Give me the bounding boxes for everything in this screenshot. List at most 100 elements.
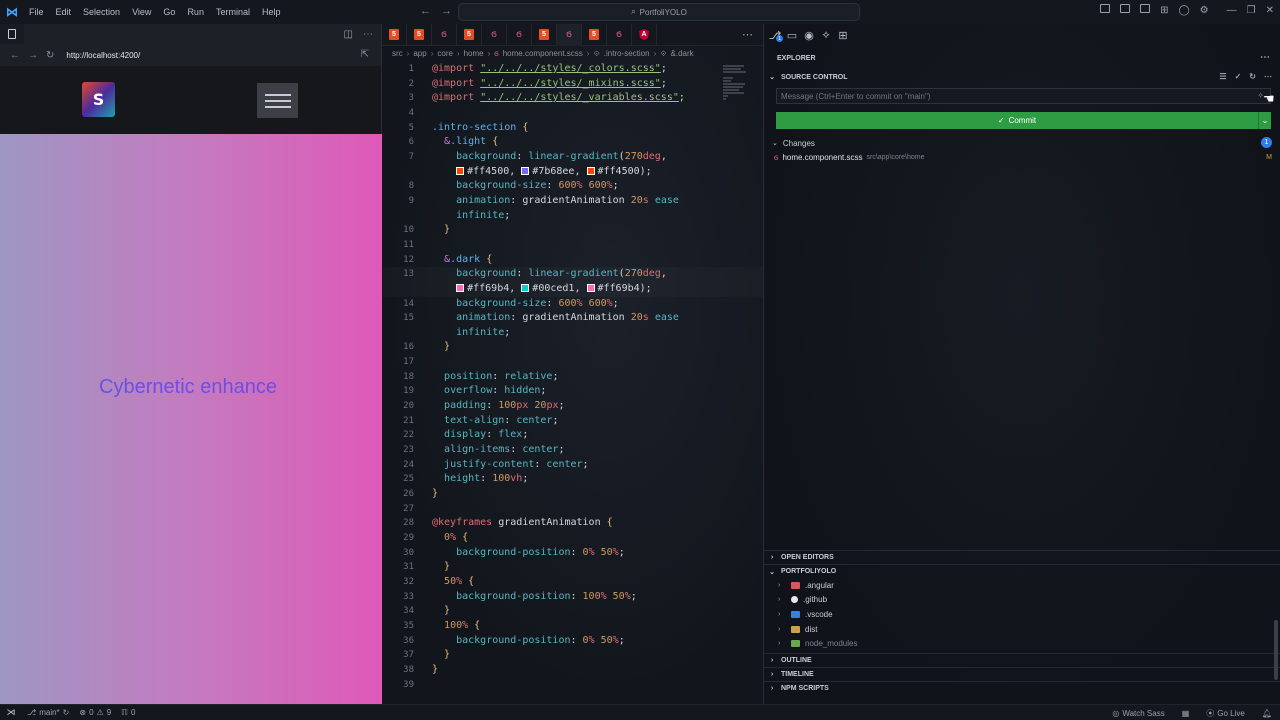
code-line[interactable]: 33 background-position: 100% 50%;	[382, 590, 763, 605]
code-line[interactable]: 6 &.light {	[382, 135, 763, 150]
ports-indicator[interactable]: ℿ 0	[116, 708, 140, 717]
layout-icon[interactable]: ⊞	[1160, 5, 1168, 16]
code-line[interactable]: 13 background: linear-gradient(270deg,	[382, 267, 763, 282]
project-header[interactable]: ⌄ PORTFOLIYOLO	[764, 564, 1280, 578]
commit-button[interactable]: ✓ Commit	[776, 112, 1258, 129]
code-line[interactable]: 36 background-position: 0% 50%;	[382, 634, 763, 649]
browser-back-icon[interactable]: ←	[10, 50, 20, 61]
tab-scss-4[interactable]: ϭ	[607, 23, 632, 46]
code-line[interactable]: 30 background-position: 0% 50%;	[382, 546, 763, 561]
breadcrumb-item[interactable]: core	[437, 49, 453, 58]
breadcrumb-item[interactable]: &.dark	[671, 49, 694, 58]
code-area[interactable]: 1 @import "../../../styles/_colors.scss";…	[382, 62, 763, 692]
tree-item-angular[interactable]: › .angular	[764, 578, 1280, 593]
extensions-icon[interactable]: ⟡	[821, 29, 831, 41]
code-line[interactable]: 37 }	[382, 648, 763, 663]
toggle-sidebar-icon[interactable]	[1120, 4, 1131, 16]
remote-icon[interactable]: ◉	[804, 30, 814, 42]
code-line[interactable]: 12 &.dark {	[382, 253, 763, 268]
layout-icon[interactable]: ▦	[1182, 709, 1190, 718]
tree-item-dist[interactable]: › dist	[764, 622, 1280, 637]
check-icon[interactable]: ✓	[1235, 72, 1242, 81]
browser-url[interactable]: http://localhost:4200/	[66, 51, 140, 60]
changes-group[interactable]: ⌄ Changes 1	[772, 136, 1272, 150]
code-line[interactable]: 3 @import "../../../styles/_variables.scs…	[382, 91, 763, 106]
outline-header[interactable]: › OUTLINE	[764, 652, 1280, 667]
code-line[interactable]: 1 @import "../../../styles/_colors.scss";	[382, 62, 763, 77]
tree-item-node-modules[interactable]: › node_modules	[764, 636, 1280, 651]
code-line[interactable]: 25 height: 100vh;	[382, 472, 763, 487]
chat-icon[interactable]: ▭	[787, 30, 797, 42]
remote-indicator-icon[interactable]: ⋊	[0, 705, 22, 720]
code-line[interactable]: 32 50% {	[382, 575, 763, 590]
tab-html-4[interactable]: 5	[532, 23, 557, 46]
code-line[interactable]: 15 animation: gradientAnimation 20s ease	[382, 311, 763, 326]
commit-dropdown-icon[interactable]: ⌄	[1258, 112, 1271, 129]
code-line[interactable]: 7 background: linear-gradient(270deg,	[382, 150, 763, 165]
changed-file-row[interactable]: ϭ home.component.scss src\app\core\home …	[774, 150, 1272, 164]
more-actions-icon[interactable]: ⋯	[363, 29, 373, 40]
breadcrumb-item[interactable]: home.component.scss	[503, 49, 583, 58]
tree-item-vscode[interactable]: › .vscode	[764, 607, 1280, 622]
command-center-search[interactable]: ⌕ PortfoliYOLO	[458, 3, 860, 21]
tab-html-3[interactable]: 5	[457, 23, 482, 46]
more-actions-icon[interactable]: ⋯	[1260, 52, 1270, 63]
browser-reload-icon[interactable]: ↻	[46, 50, 54, 61]
code-editor[interactable]: 5 5 ϭ 5 ϭ ϭ 5 ϭ 5 ϭ A ⋯ src › app › core › …	[382, 23, 763, 704]
grid-icon[interactable]: ⊞	[838, 30, 848, 42]
code-line[interactable]: 22 display: flex;	[382, 428, 763, 443]
code-line[interactable]: 24 justify-content: center;	[382, 458, 763, 473]
minimize-icon[interactable]: —	[1227, 5, 1237, 16]
code-line[interactable]: 19 overflow: hidden;	[382, 384, 763, 399]
code-line[interactable]: 9 animation: gradientAnimation 20s ease	[382, 194, 763, 209]
tab-scss-active[interactable]: ϭ	[557, 23, 582, 46]
gear-icon[interactable]: ⚙	[1200, 5, 1209, 16]
tab-html-5[interactable]: 5	[582, 23, 607, 46]
code-line[interactable]: 10 }	[382, 223, 763, 238]
tab-scss-1[interactable]: ϭ	[432, 23, 457, 46]
forward-arrow-icon[interactable]: →	[441, 5, 452, 17]
commit-message-input[interactable]: Message (Ctrl+Enter to commit on "main")…	[776, 88, 1271, 104]
go-live-button[interactable]: ⦿ Go Live	[1201, 708, 1250, 719]
notifications-icon[interactable]: 🔔︎	[1262, 709, 1272, 718]
code-line[interactable]: 17	[382, 355, 763, 370]
breadcrumb-item[interactable]: app	[413, 49, 426, 58]
code-line[interactable]: 0 #ff69b4, #00ced1, #ff69b4);	[382, 282, 763, 297]
code-line[interactable]: 26}	[382, 487, 763, 502]
restore-icon[interactable]: ❐	[1247, 5, 1256, 16]
code-line[interactable]: 14 background-size: 600% 600%;	[382, 297, 763, 312]
code-line[interactable]: 0 #ff4500, #7b68ee, #ff4500);	[382, 165, 763, 180]
accounts-icon[interactable]: ◯	[1178, 5, 1189, 16]
back-arrow-icon[interactable]: ←	[420, 5, 431, 17]
watch-sass-button[interactable]: ◎ Watch Sass	[1107, 709, 1169, 718]
code-line[interactable]: 29 0% {	[382, 531, 763, 546]
code-line[interactable]: 23 align-items: center;	[382, 443, 763, 458]
code-line[interactable]: 8 background-size: 600% 600%;	[382, 179, 763, 194]
explorer-scrollbar[interactable]	[1274, 620, 1278, 680]
code-line[interactable]: 0 infinite;	[382, 209, 763, 224]
tab-html-2[interactable]: 5	[407, 23, 432, 46]
view-as-tree-icon[interactable]: ☰	[1219, 72, 1226, 81]
toggle-secondary-sidebar-icon[interactable]	[1140, 4, 1151, 16]
source-control-icon[interactable]: ⎇ 1	[769, 30, 783, 42]
tab-angular[interactable]: A	[632, 23, 657, 46]
close-icon[interactable]: ✕	[1266, 5, 1274, 16]
npm-scripts-header[interactable]: › NPM SCRIPTS	[764, 680, 1280, 695]
open-editors-header[interactable]: › OPEN EDITORS	[764, 550, 1280, 564]
site-logo[interactable]: S	[82, 82, 115, 117]
menu-run[interactable]: Run	[181, 7, 210, 17]
timeline-header[interactable]: › TIMELINE	[764, 666, 1280, 681]
sync-icon[interactable]: ↻	[63, 708, 70, 717]
menu-file[interactable]: File	[23, 7, 50, 17]
code-line[interactable]: 38}	[382, 663, 763, 678]
code-line[interactable]: 27	[382, 502, 763, 517]
toggle-panel-icon[interactable]	[1100, 4, 1111, 16]
more-actions-icon[interactable]: ⋯	[1264, 72, 1272, 81]
file-icon[interactable]	[8, 29, 16, 39]
browser-forward-icon[interactable]: →	[28, 50, 38, 61]
menu-selection[interactable]: Selection	[77, 7, 126, 17]
menu-view[interactable]: View	[126, 7, 157, 17]
code-line[interactable]: 35 100% {	[382, 619, 763, 634]
breadcrumb-item[interactable]: src	[392, 49, 403, 58]
breadcrumb-item[interactable]: home	[464, 49, 484, 58]
